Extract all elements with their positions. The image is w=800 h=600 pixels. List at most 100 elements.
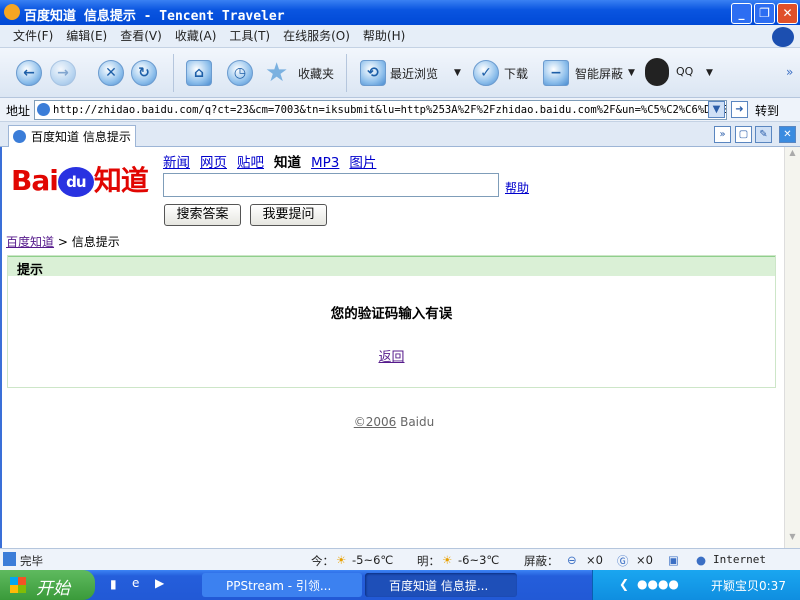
- qq-penguin-icon[interactable]: [645, 58, 669, 86]
- refresh-icon[interactable]: ↻: [131, 60, 157, 86]
- menu-online[interactable]: 在线服务(O): [283, 25, 350, 47]
- favorites-button[interactable]: 收藏夹: [298, 65, 334, 82]
- qq-button[interactable]: QQ: [676, 65, 693, 78]
- close-tab-icon[interactable]: ✕: [779, 126, 796, 143]
- nav-images[interactable]: 图片: [349, 155, 376, 171]
- block-button[interactable]: 智能屏蔽: [575, 65, 623, 82]
- message-box: 提示 您的验证码输入有误 返回: [7, 255, 776, 388]
- download-icon[interactable]: ✓: [473, 60, 499, 86]
- minimize-button[interactable]: _: [731, 3, 752, 24]
- sun-icon: ☀: [442, 553, 453, 567]
- nav-zhidao-current: 知道: [274, 155, 301, 171]
- tab-baidu-zhidao[interactable]: 百度知道 信息提示: [8, 125, 136, 147]
- recent-button[interactable]: 最近浏览: [390, 65, 438, 82]
- error-message: 您的验证码输入有误: [330, 306, 453, 322]
- start-label: 开始: [36, 579, 70, 599]
- menu-favorites[interactable]: 收藏(A): [175, 25, 217, 47]
- start-button[interactable]: 开始: [0, 570, 95, 600]
- title-bar: 百度知道 信息提示 - Tencent Traveler _ ❐ ✕: [0, 0, 800, 25]
- close-button[interactable]: ✕: [777, 3, 798, 24]
- new-tab-icon[interactable]: ▢: [735, 126, 752, 143]
- ad-block-count: ×0: [636, 553, 653, 567]
- recent-dropdown-icon[interactable]: ▼: [454, 68, 461, 78]
- tray-expand-icon[interactable]: ❮: [619, 577, 629, 591]
- block-dropdown-icon[interactable]: ▼: [628, 68, 635, 78]
- history-icon[interactable]: ◷: [227, 60, 253, 86]
- nav-mp3[interactable]: MP3: [311, 155, 339, 171]
- nav-web[interactable]: 网页: [200, 155, 227, 171]
- help-link[interactable]: 帮助: [505, 179, 529, 196]
- download-button[interactable]: 下载: [504, 65, 528, 82]
- menu-view[interactable]: 查看(V): [120, 25, 162, 47]
- baidu-logo[interactable]: Bai du 知道: [11, 159, 149, 199]
- breadcrumb: 百度知道 > 信息提示: [6, 233, 120, 250]
- tab-label: 百度知道 信息提示: [31, 130, 131, 144]
- qq-dropdown-icon[interactable]: ▼: [706, 68, 713, 78]
- pin-icon[interactable]: ✎: [755, 126, 772, 143]
- ask-question-button[interactable]: 我要提问: [250, 204, 327, 226]
- url-text: http://zhidao.baidu.com/q?ct=23&cm=7003&…: [53, 104, 727, 116]
- task-label: PPStream - 引领...: [226, 579, 332, 593]
- search-input[interactable]: [163, 173, 499, 197]
- weather-tomorrow-label: 明：: [417, 554, 440, 568]
- weather-today-label: 今：: [311, 554, 334, 568]
- breadcrumb-home-link[interactable]: 百度知道: [6, 235, 54, 249]
- home-icon[interactable]: ⌂: [186, 60, 212, 86]
- back-icon[interactable]: ←: [16, 60, 42, 86]
- stop-icon[interactable]: ✕: [98, 60, 124, 86]
- ad-block-icon[interactable]: Ⓖ: [617, 553, 629, 569]
- menu-tools[interactable]: 工具(T): [229, 25, 270, 47]
- url-input[interactable]: http://zhidao.baidu.com/q?ct=23&cm=7003&…: [34, 100, 727, 120]
- menu-help[interactable]: 帮助(H): [363, 25, 405, 47]
- menu-edit[interactable]: 编辑(E): [66, 25, 107, 47]
- search-answer-button[interactable]: 搜索答案: [164, 204, 241, 226]
- task-traveler[interactable]: 百度知道 信息提...: [365, 573, 517, 597]
- toolbar-more-button[interactable]: »: [786, 65, 793, 79]
- popup-block-count: ×0: [586, 553, 603, 567]
- menu-file[interactable]: 文件(F): [13, 25, 53, 47]
- go-arrow-icon[interactable]: ➜: [731, 101, 748, 118]
- clock[interactable]: 开颖宝贝0:37: [711, 577, 786, 594]
- popup-block-icon[interactable]: ⊖: [567, 553, 577, 567]
- system-tray: ❮ ●●●● 开颖宝贝0:37: [592, 570, 800, 600]
- nav-tieba[interactable]: 贴吧: [237, 155, 264, 171]
- globe-icon: ●: [696, 553, 707, 567]
- block-icon[interactable]: −: [543, 60, 569, 86]
- page-content: Bai du 知道 新闻 网页 贴吧 知道 MP3 图片 帮助 搜索答案 我要提问 百度知道 …: [0, 147, 784, 548]
- favorites-star-icon[interactable]: ★: [265, 58, 288, 88]
- window-title: 百度知道 信息提示 - Tencent Traveler: [24, 9, 285, 24]
- blocked-label: 屏蔽：: [524, 554, 559, 568]
- status-bar: 完毕 今： ☀ -5~6℃ 明： ☀ -6~3℃ 屏蔽： ⊖ ×0 Ⓖ ×0 ▣…: [0, 548, 800, 570]
- status-text: 完毕: [20, 554, 43, 568]
- ad-filter-icon[interactable]: ▣: [668, 553, 679, 567]
- app-icon: [4, 4, 20, 20]
- maximize-button[interactable]: ❐: [754, 3, 775, 24]
- copyright-text: Baidu: [396, 415, 435, 429]
- weather-today[interactable]: -5~6℃: [352, 553, 393, 567]
- breadcrumb-current: > 信息提示: [57, 235, 120, 249]
- copyright-link[interactable]: ©2006: [354, 415, 397, 429]
- nav-news[interactable]: 新闻: [163, 155, 190, 171]
- quicklaunch-desktop-icon[interactable]: ▮: [110, 577, 117, 591]
- separator: [173, 54, 174, 92]
- brand-icon: [772, 27, 794, 47]
- tab-list-icon[interactable]: »: [714, 126, 731, 143]
- scroll-up-icon[interactable]: ▲: [786, 148, 799, 162]
- message-box-title: 提示: [8, 256, 775, 278]
- sun-icon: ☀: [336, 553, 347, 567]
- address-label: 地址: [6, 104, 31, 118]
- separator: [346, 54, 347, 92]
- quicklaunch-media-icon[interactable]: ▶: [155, 576, 164, 590]
- back-link[interactable]: 返回: [378, 350, 404, 365]
- quicklaunch-ie-icon[interactable]: e: [132, 576, 139, 590]
- forward-icon[interactable]: →: [50, 60, 76, 86]
- weather-tomorrow[interactable]: -6~3℃: [458, 553, 499, 567]
- vertical-scrollbar[interactable]: ▲ ▼: [784, 147, 800, 548]
- toolbar: ← → ✕ ↻ ⌂ ◷ ★ 收藏夹 ⟲ 最近浏览 ▼ ✓ 下载 − 智能屏蔽 ▼…: [0, 48, 800, 98]
- task-ppstream[interactable]: PPStream - 引领...: [202, 573, 362, 597]
- recent-icon[interactable]: ⟲: [360, 60, 386, 86]
- url-dropdown-icon[interactable]: ▼: [708, 101, 725, 118]
- tray-icons[interactable]: ●●●●: [637, 577, 679, 591]
- scroll-down-icon[interactable]: ▼: [786, 532, 799, 546]
- go-button[interactable]: 转到: [755, 102, 779, 119]
